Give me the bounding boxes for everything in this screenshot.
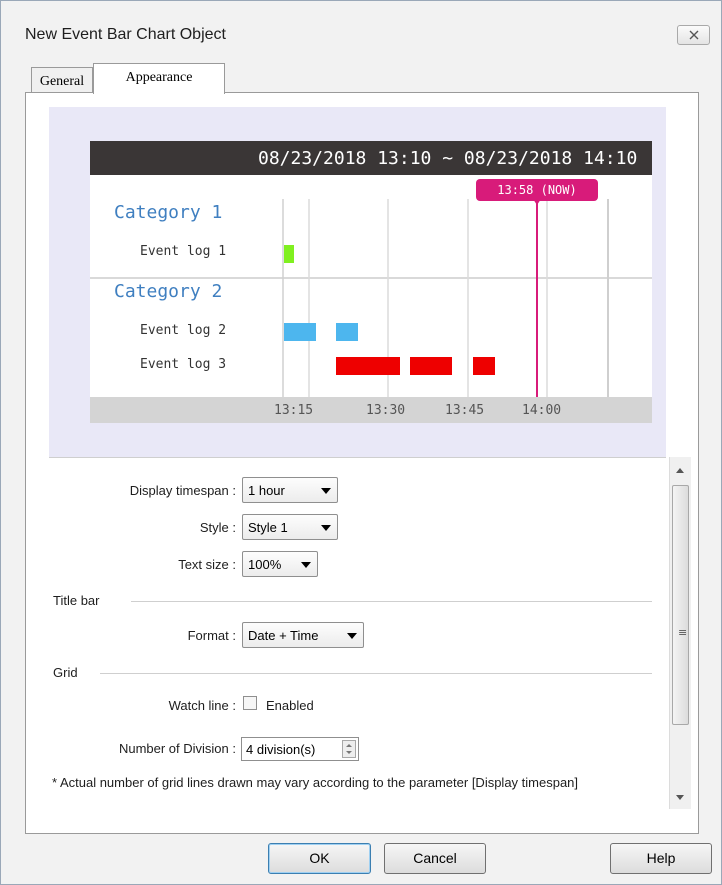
event-log-2-label: Event log 2 [140,323,227,338]
text-size-value: 100% [248,557,282,572]
category-2-label: Category 2 [114,281,223,302]
time-tick: 14:00 [522,403,562,418]
event-bar-log1 [284,245,294,263]
grid-group-label: Grid [53,665,78,680]
category-1-label: Category 1 [114,202,223,223]
scroll-down-icon[interactable] [676,795,684,800]
format-label: Format : [187,628,236,643]
cancel-button[interactable]: Cancel [384,843,486,874]
scroll-thumb[interactable]: ≡ [672,485,689,725]
number-of-division-spinner[interactable]: 4 division(s) [241,737,359,761]
title-bar: New Event Bar Chart Object [1,1,721,51]
chevron-down-icon [347,633,357,639]
chevron-down-icon [321,525,331,531]
event-bar-log3-c [473,357,495,375]
time-tick: 13:15 [274,403,314,418]
event-bar-log3-a [336,357,400,375]
watch-line-label: Watch line : [168,698,236,713]
display-timespan-dropdown[interactable]: 1 hour [242,477,338,503]
number-of-division-value: 4 division(s) [246,742,316,757]
watch-line-enabled-label[interactable]: Enabled [266,698,314,713]
close-icon [689,30,699,40]
style-dropdown[interactable]: Style 1 [242,514,338,540]
help-button[interactable]: Help [610,843,712,874]
close-button[interactable] [677,25,710,45]
group-divider [100,673,652,674]
event-bar-chart-preview: 08/23/2018 13:10 ~ 08/23/2018 14:10 13:5… [90,141,652,423]
display-timespan-value: 1 hour [248,483,285,498]
style-label: Style : [199,520,236,535]
event-bar-log2-b [336,323,358,341]
watch-line-checkbox[interactable] [243,696,257,710]
time-tick: 13:45 [445,403,485,418]
scroll-up-icon[interactable] [676,468,684,473]
ok-button[interactable]: OK [268,843,371,874]
group-divider [131,601,652,602]
event-log-1-label: Event log 1 [140,244,227,259]
text-size-dropdown[interactable]: 100% [242,551,318,577]
spin-updown-icon [346,744,352,754]
grip-icon: ≡ [678,626,688,639]
format-dropdown[interactable]: Date + Time [242,622,364,648]
spin-buttons[interactable] [342,740,356,758]
text-size-label: Text size : [178,557,236,572]
time-tick: 13:30 [366,403,406,418]
display-timespan-label: Display timespan : [129,483,236,498]
tab-general[interactable]: General [31,67,93,92]
format-value: Date + Time [248,628,319,643]
title-bar-group-label: Title bar [53,593,100,608]
chevron-down-icon [321,488,331,494]
now-marker-badge: 13:58 (NOW) [476,179,598,201]
window-title: New Event Bar Chart Object [25,26,226,43]
event-bar-log2-a [284,323,316,341]
event-log-3-label: Event log 3 [140,357,227,372]
settings-scrollbar[interactable]: ≡ [669,457,691,809]
grid-note-text: * Actual number of grid lines drawn may … [52,775,579,790]
style-value: Style 1 [248,520,288,535]
event-bar-log3-b [410,357,452,375]
number-of-division-label: Number of Division : [118,741,236,756]
tab-appearance[interactable]: Appearance [93,63,225,94]
chevron-down-icon [301,562,311,568]
